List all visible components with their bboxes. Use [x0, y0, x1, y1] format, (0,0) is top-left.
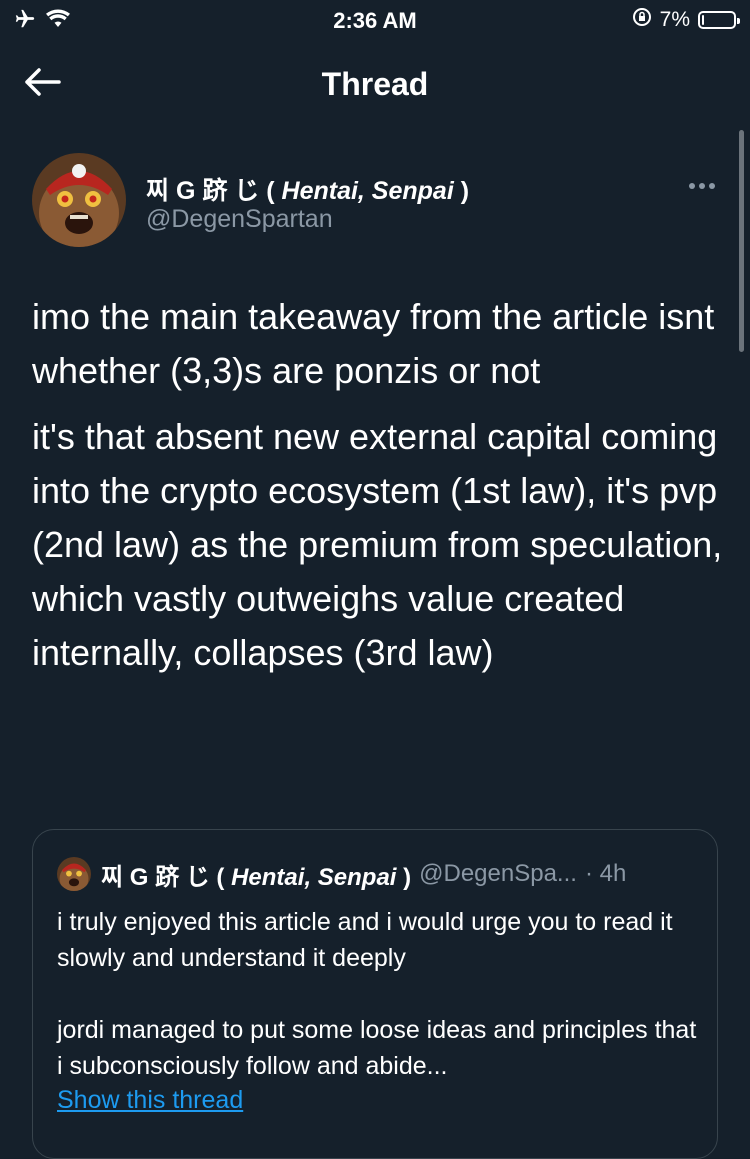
tweet-paragraph: it's that absent new external capital co… [32, 416, 723, 673]
battery-level-fill [702, 15, 704, 25]
status-bar: 2:36 AM 7% [0, 0, 750, 44]
more-options-icon[interactable] [682, 171, 722, 201]
avatar[interactable] [32, 153, 126, 247]
quoted-author-handle: @DegenSpa... [419, 860, 577, 887]
author-name[interactable]: 찌 G 跻 じ ( Hentai, Senpai ) [146, 171, 469, 207]
nav-bar: Thread [0, 44, 750, 124]
quoted-avatar [57, 857, 91, 891]
quoted-paragraph: jordi managed to put some loose ideas an… [57, 1016, 697, 1080]
quoted-paragraph: i truly enjoyed this article and i would… [57, 908, 673, 972]
quoted-tweet-card[interactable]: 찌 G 跻 じ ( Hentai, Senpai ) @DegenSpa... … [32, 829, 718, 1159]
quoted-tweet-text: i truly enjoyed this article and i would… [57, 904, 697, 1084]
quoted-author-name: 찌 G 跻 じ ( Hentai, Senpai ) [101, 863, 412, 891]
battery-percent: 7% [659, 8, 690, 31]
scrollbar[interactable] [739, 130, 744, 352]
quoted-timestamp: · 4h [584, 860, 627, 887]
tweet-paragraph: imo the main takeaway from the article i… [32, 296, 715, 391]
show-thread-link[interactable]: Show this thread [57, 1086, 243, 1115]
quoted-tweet-header: 찌 G 跻 じ ( Hentai, Senpai ) @DegenSpa... … [57, 856, 626, 892]
author-handle[interactable]: @DegenSpartan [146, 205, 333, 234]
orientation-lock-icon [632, 7, 652, 33]
tweet-text: imo the main takeaway from the article i… [32, 290, 732, 680]
battery-icon [698, 11, 740, 29]
page-title: Thread [321, 66, 429, 102]
tweet-header: 찌 G 跻 じ ( Hentai, Senpai ) @DegenSpartan [32, 153, 722, 253]
